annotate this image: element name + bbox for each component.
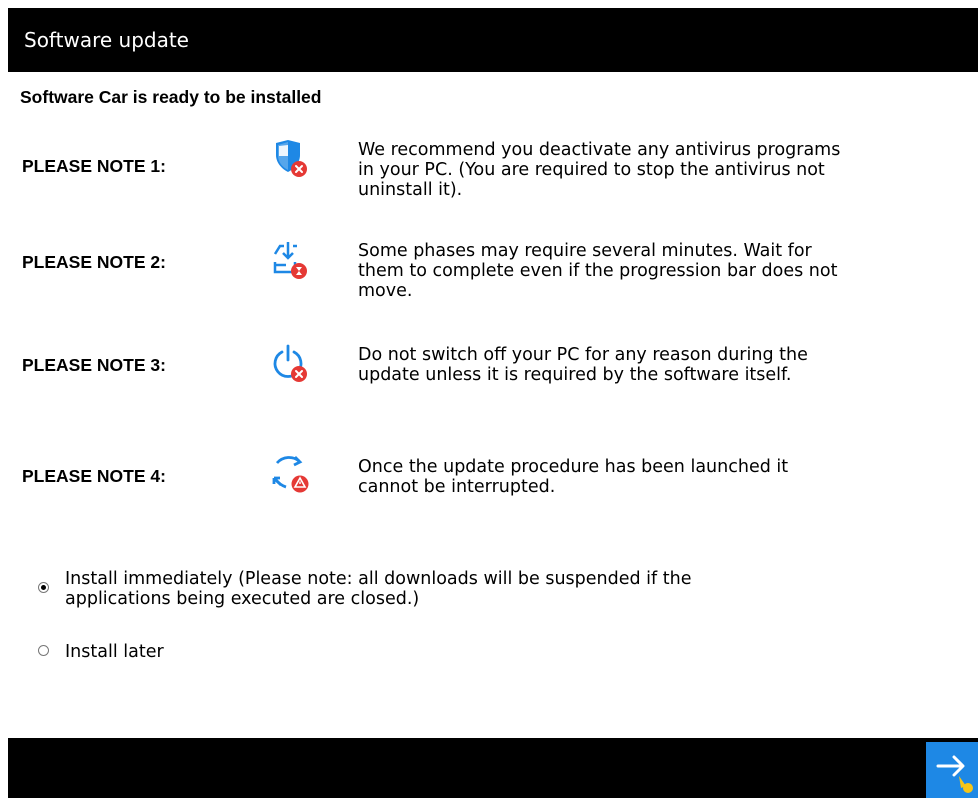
dialog-window: Software update Software Car is ready to…	[8, 8, 978, 798]
note-3-line-2: update unless it is required by the soft…	[358, 365, 792, 385]
note-2-label: PLEASE NOTE 2:	[22, 252, 166, 272]
shield-error-icon	[276, 140, 307, 177]
note-1-line-3: uninstall it).	[358, 180, 463, 200]
arrow-right-icon	[936, 755, 973, 793]
note-3-text: Do not switch off your PC for any reason…	[358, 345, 978, 385]
note-1-text: We recommend you deactivate any antiviru…	[358, 140, 978, 200]
note-1-line-1: We recommend you deactivate any antiviru…	[358, 140, 841, 160]
refresh-warning-icon	[272, 456, 309, 493]
note-4-line-2: cannot be interrupted.	[358, 477, 556, 497]
note-2-text: Some phases may require several minutes.…	[358, 241, 978, 301]
note-4-text: Once the update procedure has been launc…	[358, 457, 978, 497]
install-immediately-line-2: applications being executed are closed.)	[65, 589, 420, 609]
note-4-label: PLEASE NOTE 4:	[22, 466, 166, 486]
note-1-label: PLEASE NOTE 1:	[22, 156, 166, 176]
note-2-line-1: Some phases may require several minutes.…	[358, 241, 812, 261]
install-later-label[interactable]: Install later	[65, 642, 965, 662]
install-later-radio[interactable]	[38, 645, 49, 656]
window-title: Software update	[24, 28, 189, 52]
power-error-icon	[273, 344, 307, 382]
note-2-line-3: move.	[358, 281, 413, 301]
install-immediately-label[interactable]: Install immediately (Please note: all do…	[65, 569, 965, 609]
install-immediately-line-1: Install immediately (Please note: all do…	[65, 569, 692, 589]
footer-bar	[8, 738, 978, 798]
note-2-line-2: them to complete even if the progression…	[358, 261, 838, 281]
note-3-label: PLEASE NOTE 3:	[22, 355, 166, 375]
title-bar: Software update	[8, 8, 978, 72]
note-3-line-1: Do not switch off your PC for any reason…	[358, 345, 808, 365]
download-wait-icon	[273, 242, 307, 279]
dialog-subtitle: Software Car is ready to be installed	[20, 87, 322, 107]
next-button[interactable]	[926, 742, 978, 798]
install-immediately-radio[interactable]	[38, 582, 49, 593]
note-1-line-2: in your PC. (You are required to stop th…	[358, 160, 825, 180]
note-4-line-1: Once the update procedure has been launc…	[358, 457, 789, 477]
